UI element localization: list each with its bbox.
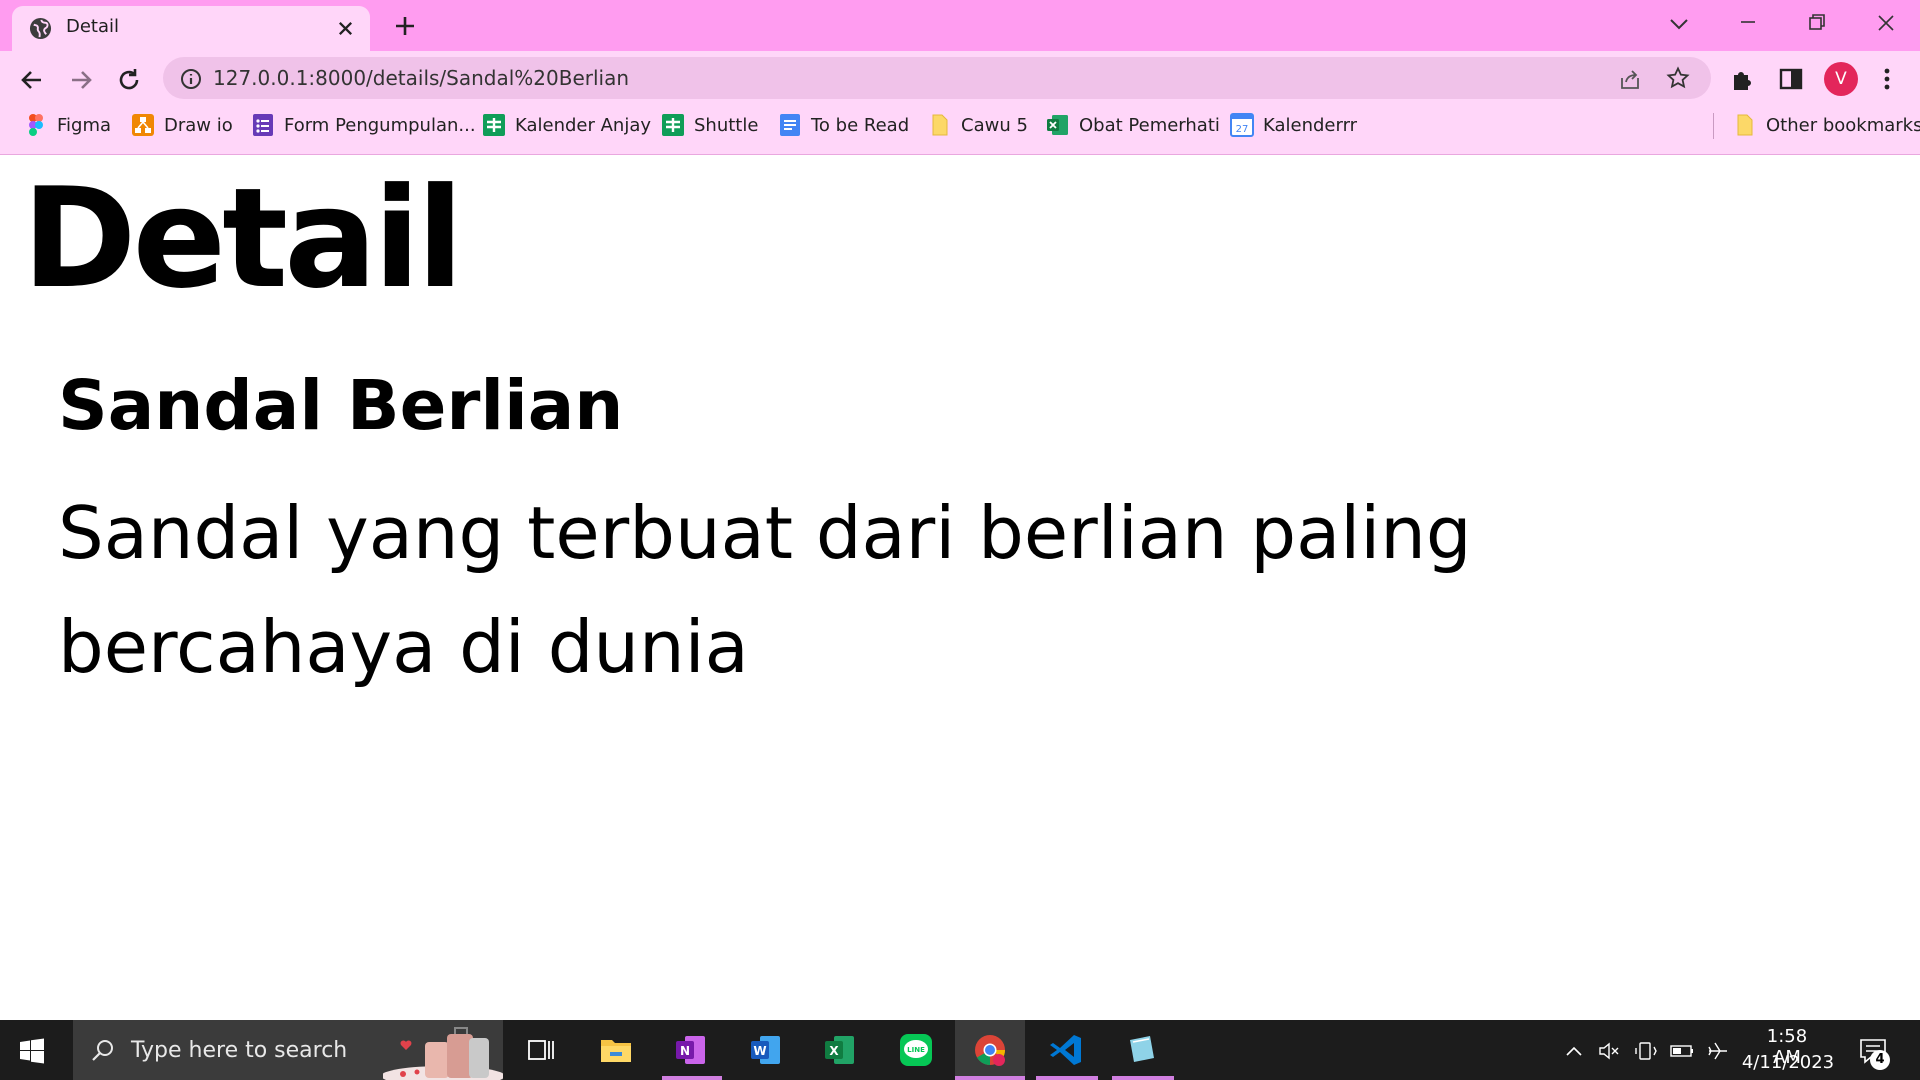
bookmark-cawu-5[interactable]: Cawu 5: [928, 109, 1028, 141]
excel-icon: [1047, 115, 1068, 135]
bookmark-label: Kalender Anjay: [515, 114, 652, 136]
search-placeholder: Type here to search: [131, 1038, 348, 1063]
share-icon[interactable]: [1618, 67, 1642, 91]
browser-toolbar: 127.0.0.1:8000/details/Sandal%20Berlian …: [0, 51, 1920, 155]
file-explorer-icon[interactable]: [598, 1032, 634, 1068]
drawio-icon: [132, 114, 154, 136]
notification-count-badge: 4: [1870, 1050, 1890, 1070]
svg-text:27: 27: [1236, 124, 1249, 135]
bookmark-form-pengumpulan[interactable]: Form Pengumpulan...: [251, 109, 476, 141]
figma-icon: [29, 114, 43, 136]
taskbar-search-box[interactable]: Type here to search: [73, 1020, 503, 1080]
battery-icon[interactable]: [1670, 1040, 1694, 1062]
vscode-icon[interactable]: [1048, 1032, 1084, 1068]
bookmark-other-bookmarks[interactable]: Other bookmarks: [1733, 109, 1920, 141]
airplane-mode-icon[interactable]: [1706, 1040, 1730, 1062]
calendar-icon: 27: [1230, 113, 1254, 137]
onenote-open-indicator: [662, 1076, 722, 1080]
bookmark-shuttle[interactable]: Shuttle: [661, 109, 758, 141]
product-name: Sandal Berlian: [58, 366, 624, 446]
globe-icon: [29, 17, 52, 40]
folder-icon: [1737, 114, 1753, 136]
kebab-menu-icon[interactable]: [1872, 64, 1902, 94]
bookmark-label: Obat Pemerhati: [1079, 114, 1220, 136]
line-icon[interactable]: LINE: [898, 1032, 934, 1068]
device-icon[interactable]: [1634, 1040, 1658, 1062]
bookmark-label: Figma: [57, 114, 112, 136]
bookmark-label: Other bookmarks: [1766, 114, 1920, 136]
site-info-icon[interactable]: [180, 68, 202, 90]
side-panel-icon[interactable]: [1776, 64, 1806, 94]
address-bar[interactable]: 127.0.0.1:8000/details/Sandal%20Berlian: [163, 57, 1711, 99]
forward-arrow-icon[interactable]: [64, 63, 98, 97]
chevron-down-icon[interactable]: [1666, 12, 1692, 36]
browser-tab-strip: Detail: [0, 0, 1920, 51]
bookmark-label: Shuttle: [694, 114, 759, 136]
sheets-icon: [483, 114, 505, 136]
bookmark-label: Cawu 5: [961, 114, 1028, 136]
profile-avatar[interactable]: V: [1824, 62, 1858, 96]
bookmark-obat-pemerhati[interactable]: Obat Pemerhati: [1046, 109, 1220, 141]
folder-icon: [932, 114, 948, 136]
reload-icon[interactable]: [112, 63, 146, 97]
close-tab-icon[interactable]: [336, 19, 355, 38]
bookmark-label: Form Pengumpulan...: [284, 114, 476, 136]
docs-icon: [780, 114, 800, 136]
notepad-icon[interactable]: [1124, 1032, 1160, 1068]
restore-icon[interactable]: [1803, 8, 1831, 36]
minimize-icon[interactable]: [1734, 8, 1762, 36]
extensions-puzzle-icon[interactable]: [1728, 64, 1758, 94]
bookmarks-bar: Figma Draw io Form Pengumpulan... Kalend…: [0, 105, 1920, 149]
url-text[interactable]: 127.0.0.1:8000/details/Sandal%20Berlian: [213, 66, 629, 90]
back-arrow-icon[interactable]: [15, 63, 49, 97]
close-window-icon[interactable]: [1871, 8, 1901, 38]
notepad-open-indicator: [1112, 1076, 1174, 1080]
chrome-open-indicator: [955, 1076, 1025, 1080]
windows-taskbar: Type here to search N W X LINE 1:58 AM 4…: [0, 1020, 1920, 1080]
bookmark-drawio[interactable]: Draw io: [131, 109, 233, 141]
bookmark-kalenderrr[interactable]: 27 Kalenderrr: [1230, 109, 1357, 141]
search-highlight-illustration: [383, 1027, 503, 1080]
svg-text:LINE: LINE: [907, 1046, 925, 1054]
chrome-icon[interactable]: [972, 1032, 1008, 1068]
page-content: Detail Sandal Berlian Sandal yang terbua…: [0, 156, 1920, 1020]
svg-text:N: N: [680, 1044, 690, 1058]
search-icon: [92, 1040, 113, 1061]
tab-detail[interactable]: Detail: [12, 6, 370, 51]
word-icon[interactable]: W: [748, 1032, 784, 1068]
new-tab-icon[interactable]: [391, 12, 419, 40]
bookmark-label: To be Read: [811, 114, 910, 136]
forms-icon: [253, 114, 273, 136]
clock-date[interactable]: 4/11/2023: [1738, 1052, 1838, 1073]
vscode-open-indicator: [1036, 1076, 1098, 1080]
bookmark-figma[interactable]: Figma: [24, 109, 111, 141]
bookmark-kalender-anjay[interactable]: Kalender Anjay: [482, 109, 651, 141]
bookmark-star-icon[interactable]: [1666, 66, 1690, 90]
tab-title: Detail: [66, 16, 120, 37]
svg-text:X: X: [829, 1044, 839, 1058]
onenote-icon[interactable]: N: [673, 1032, 709, 1068]
page-title: Detail: [22, 158, 464, 319]
excel-icon[interactable]: X: [822, 1032, 858, 1068]
chevron-up-icon[interactable]: [1562, 1040, 1586, 1062]
product-description: Sandal yang terbuat dari berlian paling …: [58, 491, 1472, 689]
bookmarks-divider: [1713, 113, 1714, 139]
task-view-icon[interactable]: [523, 1032, 559, 1068]
volume-muted-icon[interactable]: [1597, 1040, 1621, 1062]
windows-start-icon[interactable]: [18, 1037, 46, 1065]
bookmark-to-be-read[interactable]: To be Read: [778, 109, 909, 141]
sheets-icon: [662, 114, 684, 136]
bookmark-label: Kalenderrr: [1263, 114, 1358, 136]
svg-text:W: W: [753, 1044, 766, 1058]
bookmark-label: Draw io: [164, 114, 233, 136]
